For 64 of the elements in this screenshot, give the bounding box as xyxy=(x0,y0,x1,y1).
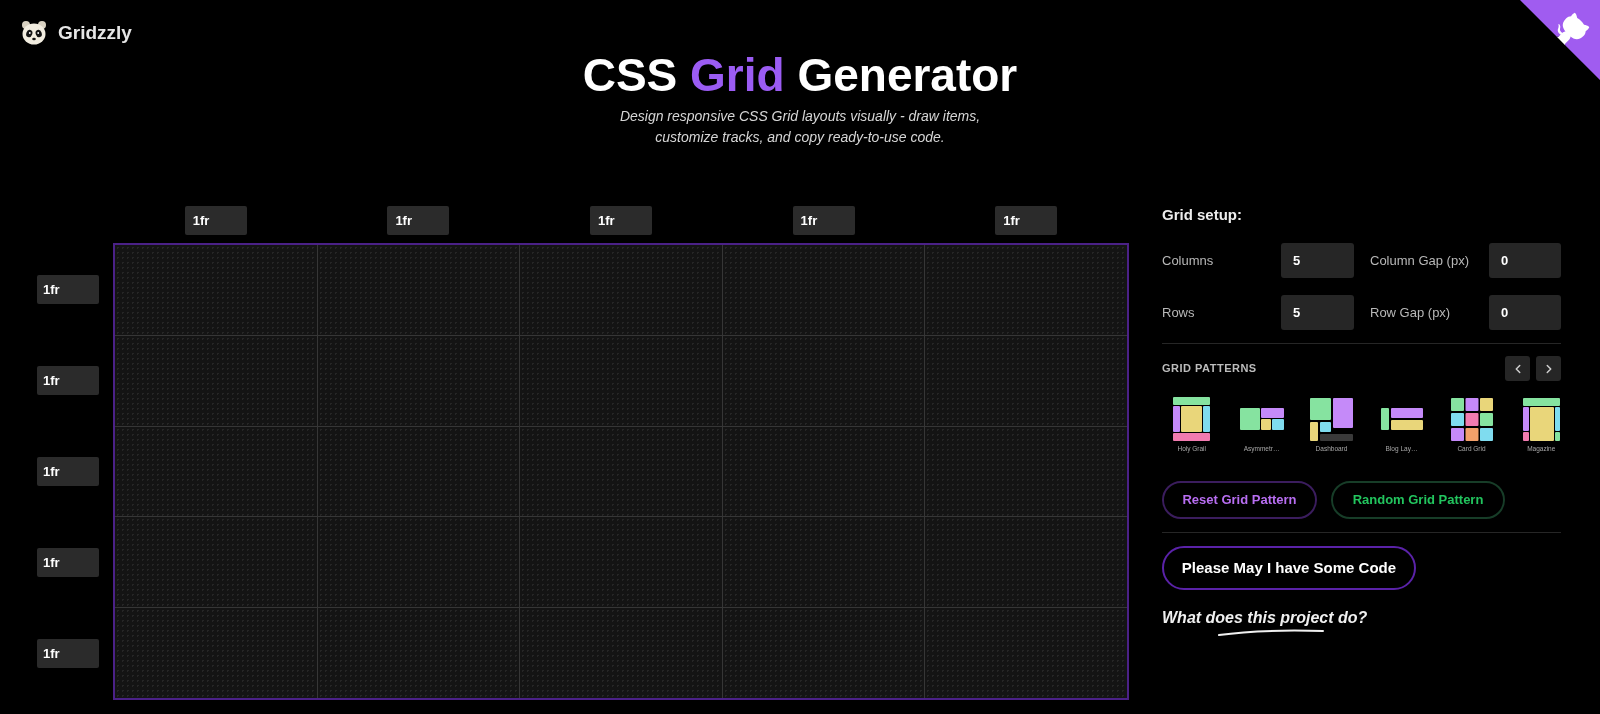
next-button[interactable] xyxy=(1536,356,1561,381)
track-size-input[interactable]: 1fr xyxy=(792,206,855,235)
page-title: CSS Grid Generator xyxy=(582,49,1018,101)
page-subtitle: Design responsive CSS Grid layouts visually - draw items, customize tracks, and copy ready-to-use code. xyxy=(618,107,982,147)
track-size-input[interactable]: 1fr xyxy=(37,547,99,577)
grid-cell[interactable] xyxy=(722,335,925,426)
code-button[interactable]: Please May I have Some Code xyxy=(1162,546,1416,590)
track-size-input[interactable]: 1fr xyxy=(37,638,99,668)
grid-cell[interactable] xyxy=(722,426,925,517)
grid-cell[interactable] xyxy=(520,517,722,608)
grid-cell[interactable] xyxy=(317,517,520,608)
grid-cell[interactable] xyxy=(925,426,1127,517)
grid-cell[interactable] xyxy=(115,426,317,517)
track-size-input[interactable]: 1fr xyxy=(184,206,247,235)
logo-text: Gridzzly xyxy=(58,21,132,44)
track-size-input[interactable]: 1fr xyxy=(37,457,99,486)
grid-cell[interactable] xyxy=(722,517,925,608)
number-input[interactable]: 5 xyxy=(1281,243,1354,278)
grid-cell[interactable] xyxy=(722,245,925,335)
layout-thumbnail-icon xyxy=(1173,397,1211,441)
grid-cell[interactable] xyxy=(317,608,520,698)
layout-thumbnail-icon xyxy=(1380,408,1423,430)
random-pattern-button[interactable]: Random Grid Pattern xyxy=(1331,481,1505,519)
grid-cell[interactable] xyxy=(925,245,1127,335)
about-link[interactable]: What does this project do? xyxy=(1162,608,1368,637)
grid-cell[interactable] xyxy=(520,426,722,517)
field-label: Rows xyxy=(1162,303,1195,322)
grid-cell[interactable] xyxy=(115,245,317,335)
track-size-input[interactable]: 1fr xyxy=(387,206,450,235)
field-label: Column Gap (px) xyxy=(1370,251,1469,270)
grid-cell[interactable] xyxy=(115,517,317,608)
grid-cell[interactable] xyxy=(925,608,1127,698)
section-heading: GRID PATTERNS xyxy=(1162,361,1257,377)
field-label: Columns xyxy=(1162,251,1214,270)
track-size-input[interactable]: 1fr xyxy=(590,206,652,235)
grid-cell[interactable] xyxy=(115,608,317,698)
field-label: Row Gap (px) xyxy=(1370,303,1451,322)
grid-cell[interactable] xyxy=(317,426,520,517)
underline-swoosh-icon xyxy=(1217,629,1325,637)
corner-ribbon-link[interactable] xyxy=(1520,0,1600,80)
grid-cell[interactable] xyxy=(925,335,1127,426)
grid-cell[interactable] xyxy=(520,245,722,335)
number-input[interactable]: 0 xyxy=(1489,243,1561,278)
track-size-input[interactable]: 1fr xyxy=(995,206,1058,235)
setup-heading: Grid setup: xyxy=(1162,206,1242,224)
layout-thumbnail-icon xyxy=(1310,397,1353,441)
panda-icon xyxy=(21,20,47,45)
layout-thumbnail-icon xyxy=(1239,408,1284,430)
grid-cell[interactable] xyxy=(520,335,722,426)
track-size-input[interactable]: 1fr xyxy=(37,275,99,305)
cat-icon xyxy=(1556,12,1590,46)
track-size-input[interactable]: 1fr xyxy=(37,366,99,396)
grid-cell[interactable] xyxy=(115,335,317,426)
reset-pattern-button[interactable]: Reset Grid Pattern xyxy=(1162,481,1317,519)
number-input[interactable]: 5 xyxy=(1281,295,1354,330)
layout-thumbnail-icon xyxy=(1522,397,1560,441)
grid-cell[interactable] xyxy=(925,517,1127,608)
grid-cell[interactable] xyxy=(722,608,925,698)
number-input[interactable]: 0 xyxy=(1489,295,1561,330)
layout-thumbnail-icon xyxy=(1450,397,1493,441)
previous-button[interactable] xyxy=(1505,356,1530,381)
grid-cell[interactable] xyxy=(520,608,722,698)
grid-cell[interactable] xyxy=(317,245,520,335)
grid-cell[interactable] xyxy=(317,335,520,426)
